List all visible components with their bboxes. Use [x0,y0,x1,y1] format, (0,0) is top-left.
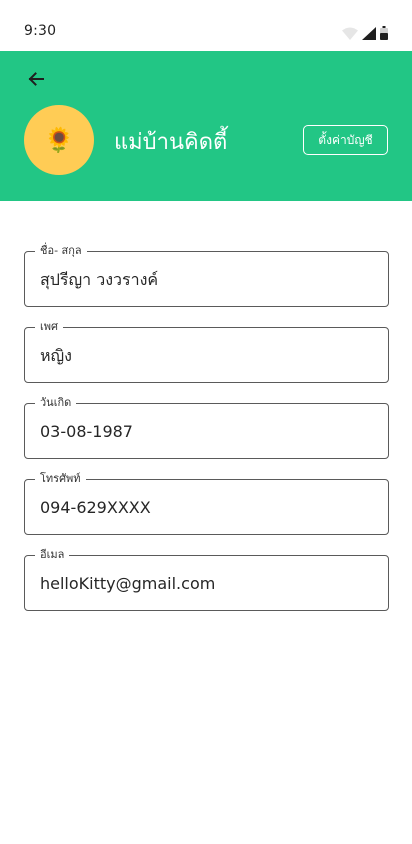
name-field[interactable]: ชื่อ- สกุล สุปรีญา วงวรางค์ [24,244,389,307]
status-icons [342,25,388,44]
profile-header: 🌻 แม่บ้านคิดตี้ ตั้งค่าบัญชี [0,51,412,201]
avatar[interactable]: 🌻 [24,105,94,175]
name-field-label: ชื่อ- สกุล [35,244,87,258]
email-field-label: อีเมล [35,548,70,562]
birthdate-field-label: วันเกิด [35,396,77,410]
signal-icon [362,25,376,44]
account-settings-button[interactable]: ตั้งค่าบัญชี [303,125,388,155]
birthdate-field-value: 03-08-1987 [40,422,133,441]
gender-field[interactable]: เพศ หญิง [24,320,389,383]
phone-field-label: โทรศัพท์ [35,472,86,486]
name-field-value: สุปรีญา วงวรางค์ [40,270,159,289]
phone-field-value: 094-629XXXX [40,498,151,517]
wifi-icon [342,25,358,44]
gender-field-value: หญิง [40,346,72,365]
profile-name: แม่บ้านคิดตี้ [114,130,228,155]
email-field[interactable]: อีเมล helloKitty@gmail.com [24,548,389,611]
arrow-left-icon [28,71,44,90]
battery-icon [380,25,388,44]
status-time: 9:30 [24,23,57,39]
birthdate-field[interactable]: วันเกิด 03-08-1987 [24,396,389,459]
phone-field[interactable]: โทรศัพท์ 094-629XXXX [24,472,389,535]
gender-field-label: เพศ [35,320,63,334]
status-bar: 9:30 [0,0,412,51]
back-button[interactable] [24,68,48,92]
sunflower-icon: 🌻 [44,126,74,154]
profile-form: ชื่อ- สกุล สุปรีญา วงวรางค์ เพศ หญิง วัน… [24,244,389,631]
email-field-value: helloKitty@gmail.com [40,574,216,593]
